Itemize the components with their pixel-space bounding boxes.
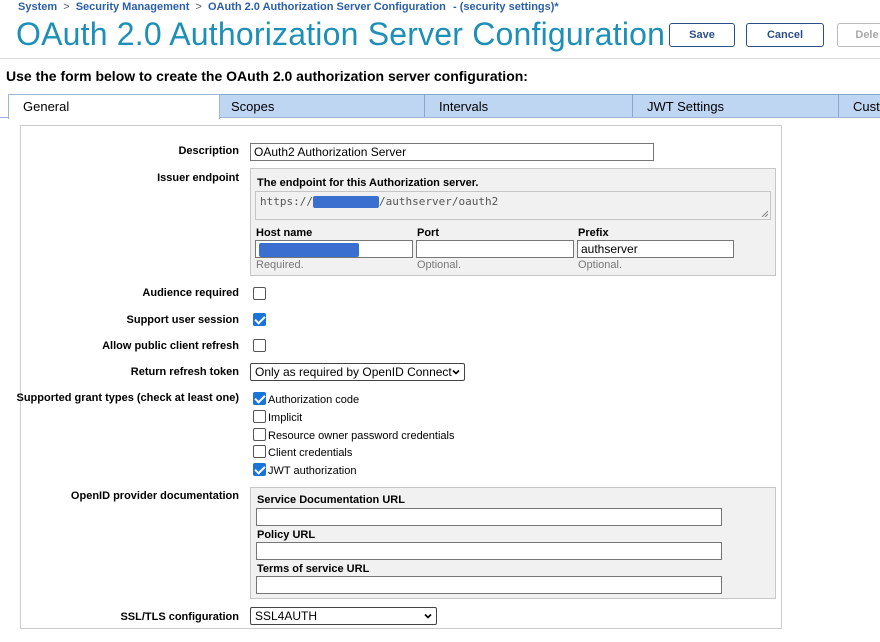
chevron-down-icon (424, 613, 432, 619)
openid-docs-label: OpenID provider documentation (70, 490, 239, 502)
tos-url-input[interactable] (256, 576, 722, 594)
grant-implicit-checkbox[interactable] (253, 410, 266, 423)
tab-scopes[interactable]: Scopes (216, 94, 428, 118)
issuer-endpoint-label: Issuer endpoint (157, 172, 239, 184)
tab-intervals-label: Intervals (439, 99, 489, 114)
delete-button[interactable]: Dele (837, 23, 880, 47)
description-input[interactable]: OAuth2 Authorization Server (250, 143, 654, 161)
redacted-host (312, 196, 379, 208)
service-doc-url-input[interactable] (256, 508, 722, 526)
return-refresh-token-label: Return refresh token (130, 366, 239, 378)
tab-general-label: General (23, 99, 70, 114)
grant-jwt-authorization-checkbox[interactable] (253, 463, 266, 476)
audience-required-label: Audience required (142, 287, 239, 299)
breadcrumb-suffix: - (security settings)* (452, 1, 559, 13)
issuer-url-path: /authserver/oauth2 (378, 195, 499, 208)
tab-jwt-settings-label: JWT Settings (647, 99, 725, 114)
policy-url-input[interactable] (256, 542, 722, 560)
tab-intervals[interactable]: Intervals (424, 94, 636, 118)
grant-resource-owner-label: Resource owner password credentials (268, 430, 455, 442)
tab-scopes-label: Scopes (231, 99, 275, 114)
tos-url-label: Terms of service URL (257, 563, 370, 575)
breadcrumb: System > Security Management > OAuth 2.0… (18, 1, 559, 13)
grant-authorization-code-label: Authorization code (268, 394, 360, 406)
chevron-down-icon (452, 369, 460, 375)
breadcrumb-separator: > (63, 1, 70, 13)
policy-url-label: Policy URL (257, 529, 316, 541)
grant-resource-owner-checkbox[interactable] (253, 428, 266, 441)
return-refresh-token-select[interactable]: Only as required by OpenID Connect (250, 363, 465, 381)
description-label: Description (178, 145, 239, 157)
host-name-input[interactable] (255, 240, 413, 258)
grant-client-credentials-checkbox[interactable] (253, 445, 266, 458)
breadcrumb-security-management[interactable]: Security Management (76, 1, 190, 13)
grant-authorization-code-checkbox[interactable] (253, 392, 266, 405)
redacted-host-value (259, 242, 359, 257)
allow-public-client-refresh-label: Allow public client refresh (102, 340, 239, 352)
header-divider (0, 58, 880, 59)
issuer-url-scheme: https:// (260, 195, 313, 208)
audience-required-checkbox[interactable] (253, 287, 266, 300)
support-user-session-checkbox[interactable] (253, 313, 266, 326)
port-hint: Optional. (417, 259, 462, 271)
resize-grip-icon[interactable] (761, 210, 768, 217)
save-button[interactable]: Save (669, 23, 735, 47)
prefix-hint: Optional. (578, 259, 623, 271)
prefix-label: Prefix (578, 227, 609, 239)
support-user-session-label: Support user session (126, 314, 239, 326)
page-title: OAuth 2.0 Authorization Server Configura… (16, 16, 666, 52)
tab-jwt-settings[interactable]: JWT Settings (632, 94, 842, 118)
breadcrumb-system[interactable]: System (18, 1, 57, 13)
form-instruction: Use the form below to create the OAuth 2… (6, 68, 528, 84)
breadcrumb-oauth-config: OAuth 2.0 Authorization Server Configura… (207, 1, 446, 13)
cancel-button[interactable]: Cancel (746, 23, 824, 47)
tab-bar: General Scopes Intervals JWT Settings Cu… (0, 94, 880, 119)
host-name-label: Host name (256, 227, 313, 239)
ssl-tls-select[interactable]: SSL4AUTH (250, 607, 437, 625)
issuer-endpoint-heading: The endpoint for this Authorization serv… (257, 177, 479, 189)
ssl-tls-label: SSL/TLS configuration (120, 611, 239, 623)
tab-custom[interactable]: Custo (838, 94, 880, 118)
grant-types-label: Supported grant types (check at least on… (16, 392, 240, 404)
tab-custom-label: Custo (853, 99, 880, 114)
port-input[interactable] (416, 240, 574, 258)
grant-implicit-label: Implicit (268, 412, 303, 424)
breadcrumb-separator: > (195, 1, 202, 13)
issuer-url-display: https:// /authserver/oauth2 (255, 191, 771, 220)
port-label: Port (417, 227, 439, 239)
grant-client-credentials-label: Client credentials (268, 447, 353, 459)
service-doc-url-label: Service Documentation URL (257, 494, 405, 506)
prefix-input[interactable]: authserver (577, 240, 734, 258)
grant-jwt-authorization-label: JWT authorization (268, 465, 357, 477)
tab-general[interactable]: General (8, 94, 220, 119)
allow-public-client-refresh-checkbox[interactable] (253, 339, 266, 352)
host-name-hint: Required. (256, 259, 304, 271)
return-refresh-token-value: Only as required by OpenID Connect (255, 365, 452, 379)
ssl-tls-value: SSL4AUTH (255, 609, 318, 623)
